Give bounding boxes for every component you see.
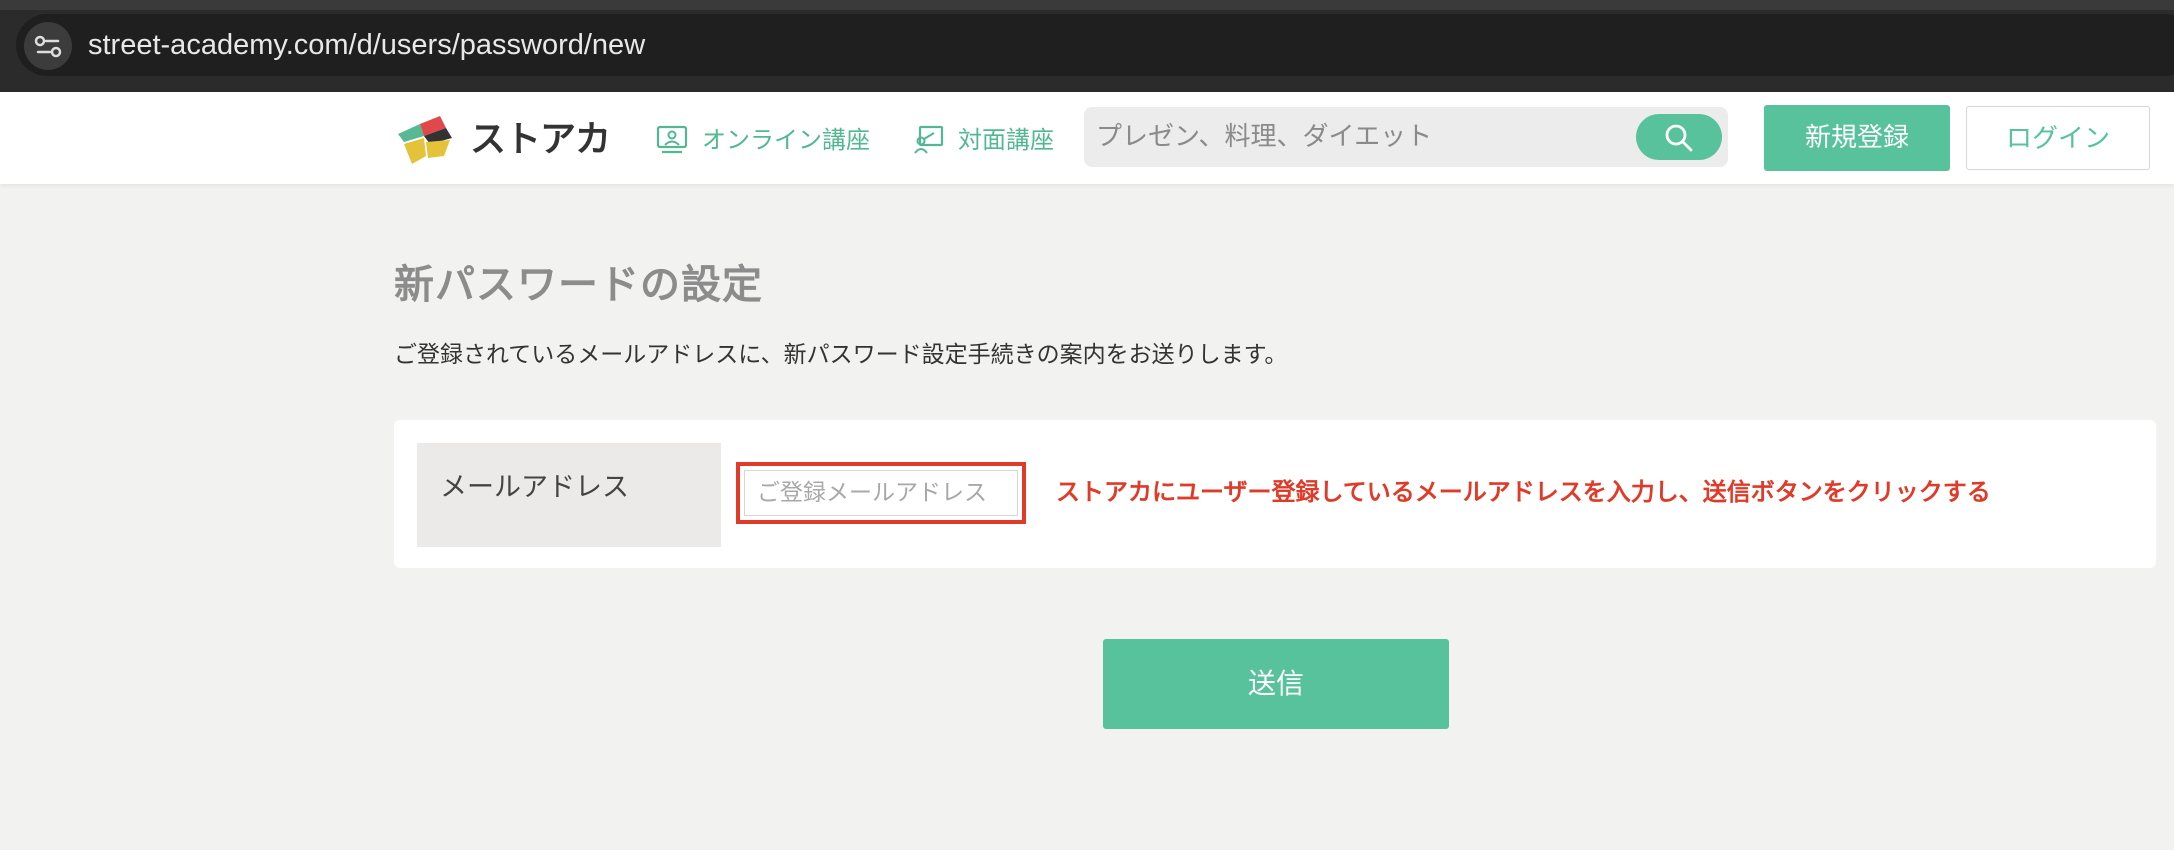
nav-in-person-label: 対面講座 [958,126,1054,154]
board-person-icon [914,125,944,154]
email-label: メールアドレス [440,472,629,503]
email-field[interactable] [744,470,1018,516]
annotation-text: ストアカにユーザー登録しているメールアドレスを入力し、送信ボタンをクリックする [1056,478,1991,506]
search-icon [1665,124,1693,152]
page-description: ご登録されているメールアドレスに、新パスワード設定手続きの案内をお送りします。 [394,342,1288,368]
logo-text[interactable]: ストアカ [470,116,611,164]
login-button[interactable]: ログイン [1966,106,2150,170]
browser-tab-strip [0,0,2174,10]
register-button[interactable]: 新規登録 [1764,105,1950,171]
page-title: 新パスワードの設定 [394,262,763,308]
submit-button[interactable]: 送信 [1103,639,1449,729]
browser-toolbar: street-academy.com/d/users/password/new [0,0,2174,92]
nav-online-label: オンライン講座 [702,126,870,154]
search-input[interactable] [1096,112,1616,162]
url-text[interactable]: street-academy.com/d/users/password/new [88,24,645,66]
tune-icon[interactable] [24,22,72,70]
search-button[interactable] [1636,114,1722,160]
monitor-person-icon [656,125,688,154]
